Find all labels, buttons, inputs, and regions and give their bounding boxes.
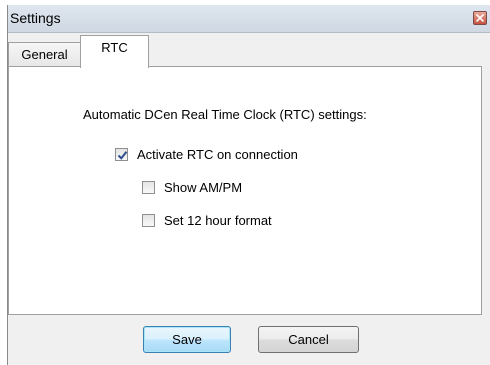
12-hour-format-label: Set 12 hour format bbox=[164, 213, 272, 228]
rtc-settings-heading: Automatic DCen Real Time Clock (RTC) set… bbox=[83, 107, 367, 122]
activate-rtc-option[interactable]: Activate RTC on connection bbox=[115, 147, 298, 162]
tab-strip: General RTC bbox=[8, 33, 490, 68]
activate-rtc-label: Activate RTC on connection bbox=[137, 147, 298, 162]
tab-rtc-label: RTC bbox=[101, 40, 128, 55]
show-ampm-option[interactable]: Show AM/PM bbox=[142, 180, 242, 195]
show-ampm-label: Show AM/PM bbox=[164, 180, 243, 195]
save-button[interactable]: Save bbox=[143, 326, 231, 353]
show-ampm-checkbox[interactable] bbox=[142, 181, 155, 194]
close-button[interactable] bbox=[473, 11, 487, 25]
12-hour-format-checkbox[interactable] bbox=[142, 214, 155, 227]
close-icon bbox=[476, 14, 484, 22]
rtc-panel: Automatic DCen Real Time Clock (RTC) set… bbox=[8, 66, 482, 315]
tab-general-label: General bbox=[21, 47, 68, 62]
tab-general[interactable]: General bbox=[8, 42, 81, 67]
cancel-button[interactable]: Cancel bbox=[258, 326, 359, 353]
activate-rtc-checkbox[interactable] bbox=[115, 148, 128, 161]
tab-rtc[interactable]: RTC bbox=[80, 35, 149, 68]
window-title: Settings bbox=[10, 10, 61, 26]
title-bar[interactable]: Settings bbox=[8, 5, 490, 33]
checkmark-icon bbox=[117, 151, 128, 160]
12-hour-format-option[interactable]: Set 12 hour format bbox=[142, 213, 272, 228]
settings-dialog: Settings General RTC Automatic DCen Real… bbox=[7, 5, 490, 365]
